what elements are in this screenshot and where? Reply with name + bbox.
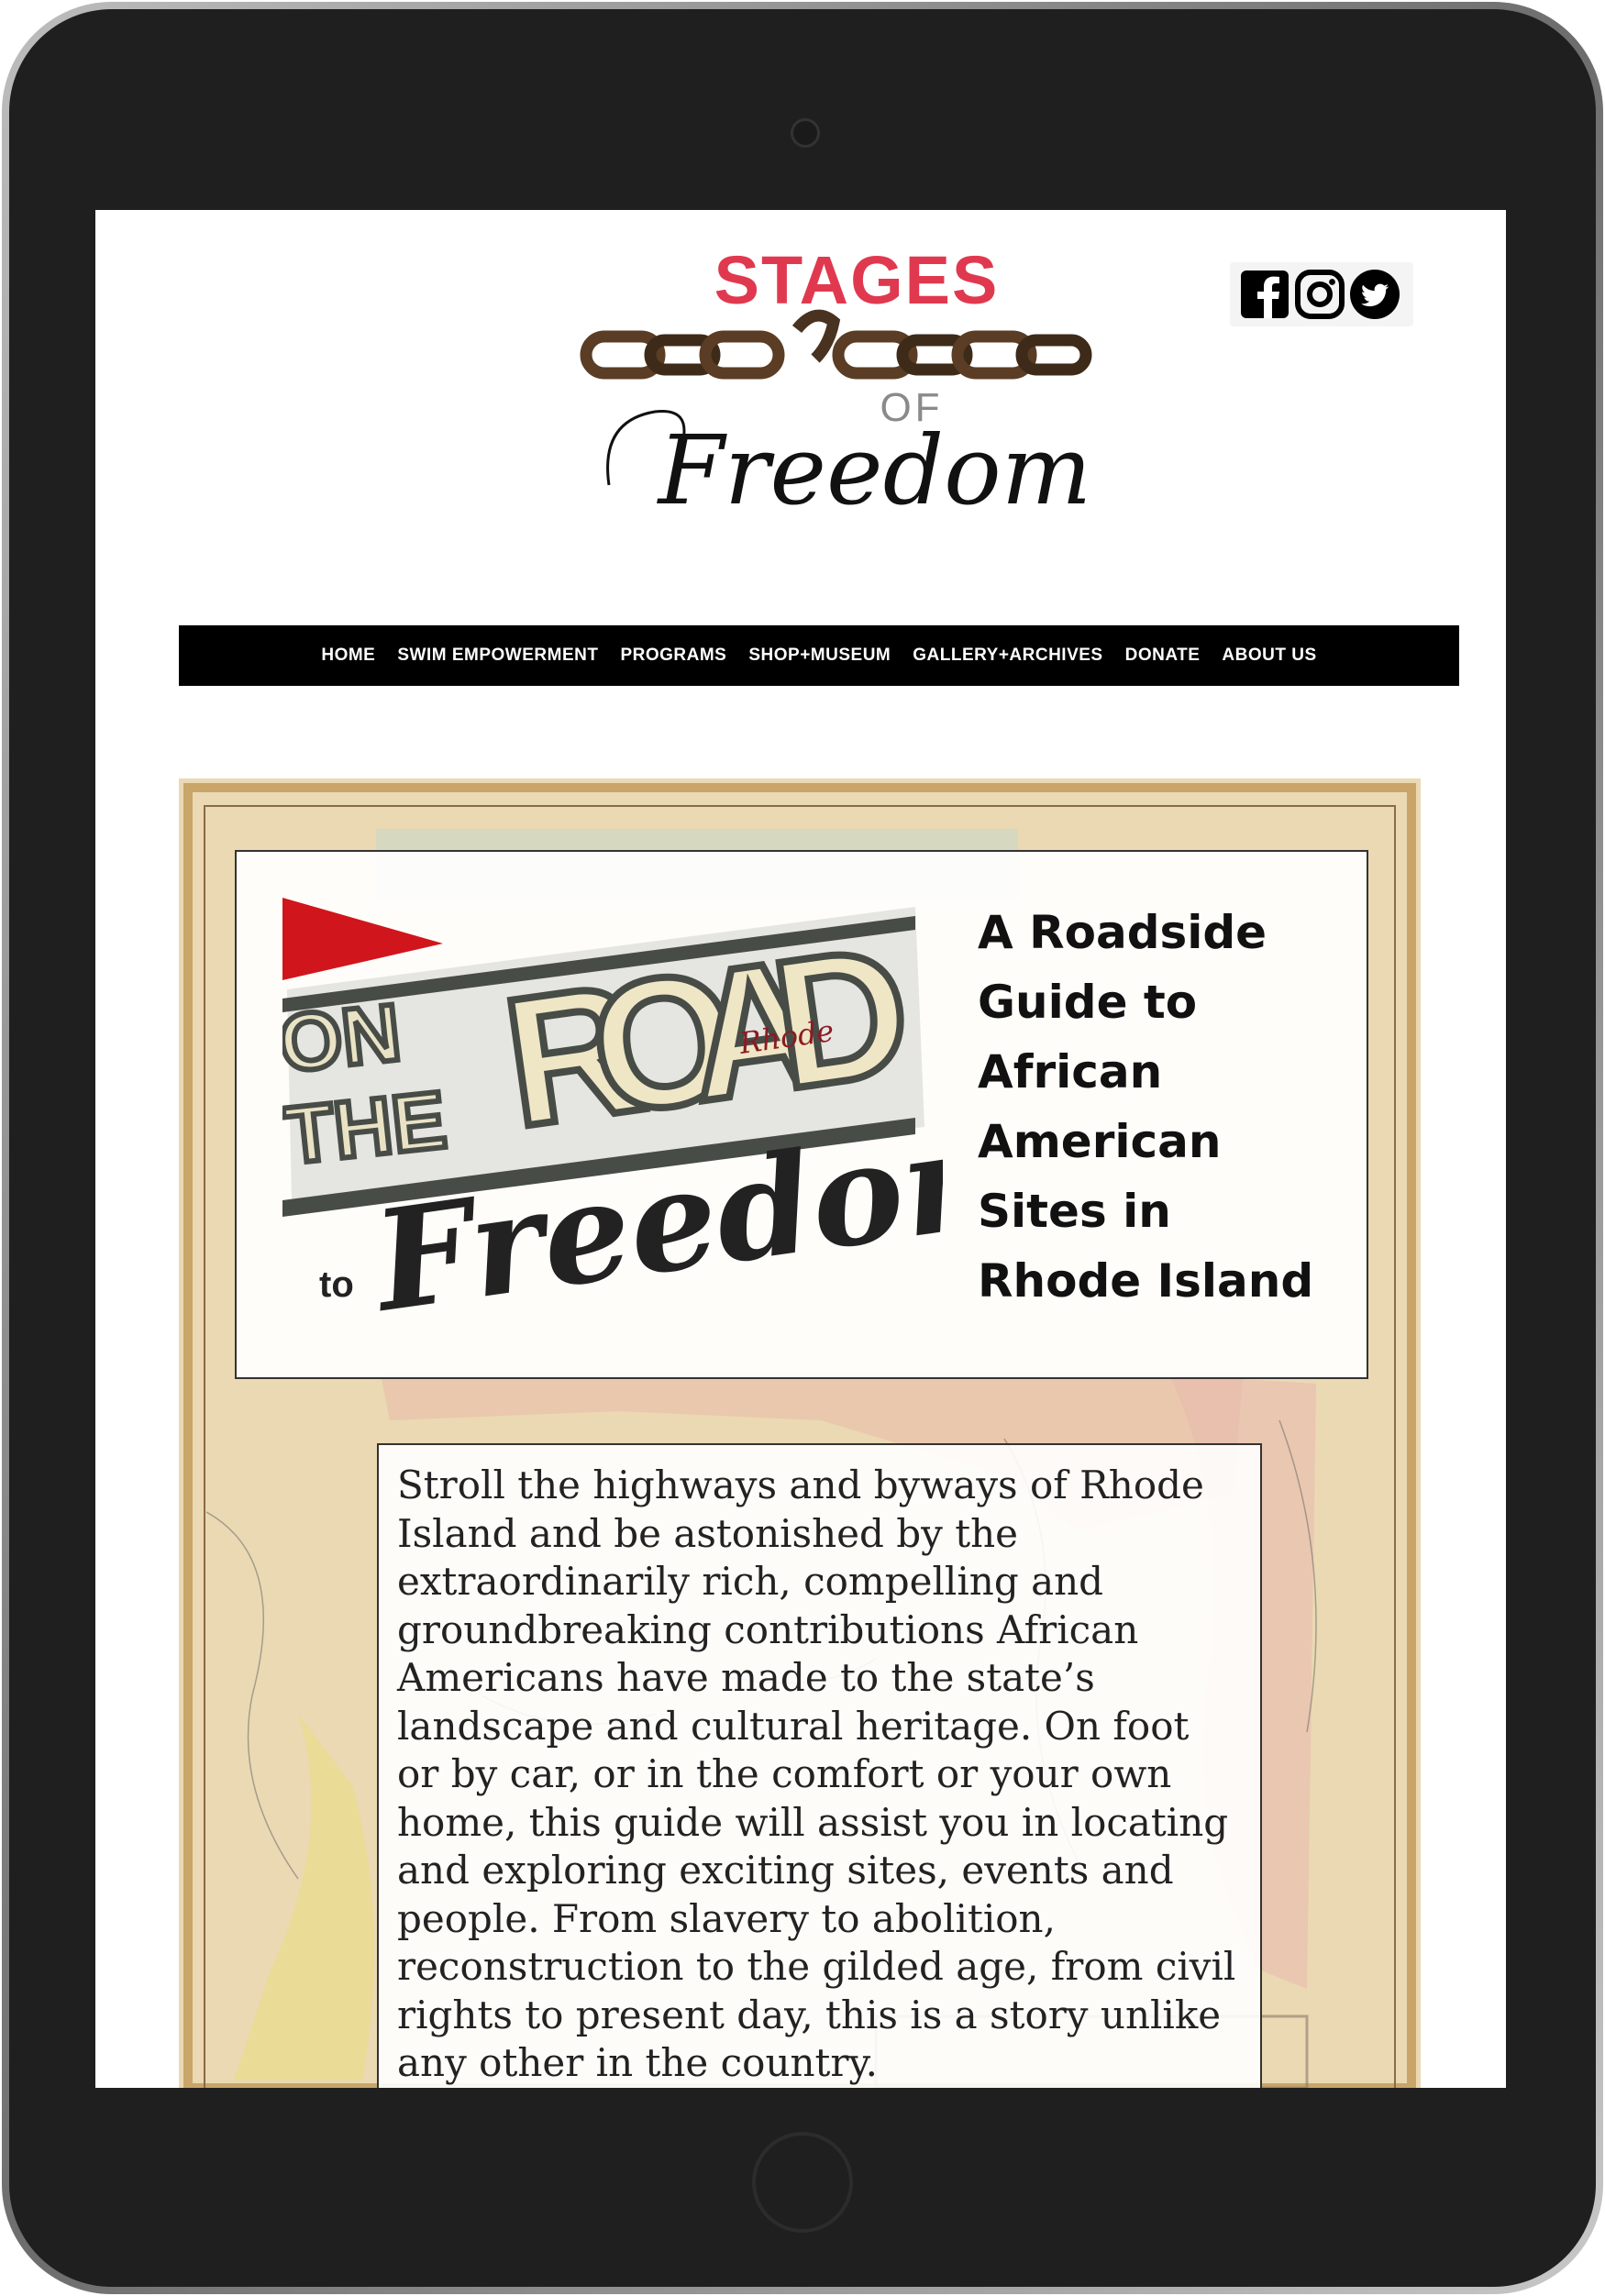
- hero-section: ON THE ROAD Rhode to Freedom A Roadside …: [179, 778, 1421, 2088]
- instagram-icon[interactable]: [1294, 269, 1345, 320]
- title-card: ON THE ROAD Rhode to Freedom A Roadside …: [235, 850, 1368, 1379]
- logo-freedom: Freedom: [657, 414, 1092, 526]
- subtitle-line: Rhode Island: [978, 1254, 1314, 1308]
- stages-of-freedom-logo[interactable]: STAGES OF Freedom: [536, 237, 1178, 531]
- subtitle-line: A Roadside: [978, 906, 1267, 959]
- subtitle-line: American: [978, 1115, 1222, 1168]
- social-links: [1230, 262, 1413, 326]
- description-card: Stroll the highways and byways of Rhode …: [377, 1443, 1262, 2088]
- logo-stages: STAGES: [714, 242, 1000, 318]
- twitter-icon[interactable]: [1349, 269, 1400, 320]
- main-navigation: HOME SWIM EMPOWERMENT PROGRAMS SHOP+MUSE…: [179, 625, 1459, 686]
- sign-the: THE: [282, 1074, 450, 1181]
- nav-programs[interactable]: PROGRAMS: [609, 646, 737, 666]
- on-the-road-to-freedom-logo: ON THE ROAD Rhode to Freedom: [282, 898, 943, 1343]
- nav-donate[interactable]: DONATE: [1114, 646, 1212, 666]
- subtitle-line: Sites in: [978, 1185, 1171, 1238]
- subtitle-line: Guide to: [978, 976, 1198, 1029]
- nav-about-us[interactable]: ABOUT US: [1211, 646, 1327, 666]
- subtitle-line: African: [978, 1045, 1163, 1098]
- nav-swim-empowerment[interactable]: SWIM EMPOWERMENT: [386, 646, 609, 666]
- guide-subtitle: A Roadside Guide to African American Sit…: [978, 898, 1363, 1316]
- screen: STAGES OF Freedom HOME SWIM EMPOWERMENT …: [95, 210, 1506, 2088]
- description-text: Stroll the highways and byways of Rhode …: [397, 1463, 1236, 2085]
- flag-icon: [282, 898, 443, 980]
- sign-on: ON: [282, 987, 404, 1089]
- home-button[interactable]: [752, 2132, 853, 2233]
- facebook-icon[interactable]: [1239, 269, 1290, 320]
- sign-to: to: [319, 1264, 354, 1305]
- camera-icon: [791, 118, 820, 148]
- nav-home[interactable]: HOME: [310, 646, 386, 666]
- nav-shop-museum[interactable]: SHOP+MUSEUM: [737, 646, 902, 666]
- nav-gallery-archives[interactable]: GALLERY+ARCHIVES: [902, 646, 1113, 666]
- chain-icon: [580, 309, 1092, 380]
